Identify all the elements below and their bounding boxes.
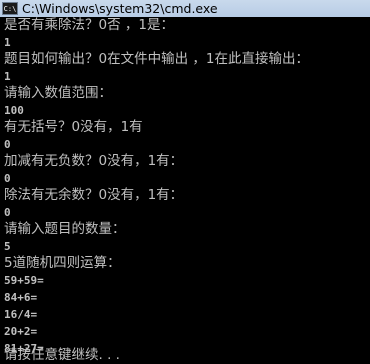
console-line: 5道随机四则运算：: [4, 255, 121, 271]
console-line: 0: [4, 206, 11, 219]
console-line: 1: [4, 70, 11, 83]
console-line: 20+2=: [4, 325, 38, 338]
console-line: 有无括号？0没有，1有: [4, 119, 143, 135]
console-line: 59+59=: [4, 274, 44, 287]
console-line: 请按任意键继续. . .: [4, 347, 120, 363]
console-line: 100: [4, 104, 24, 117]
console-line: 题目如何输出？0在文件中输出 ，1在此直接输出：: [4, 51, 309, 67]
console-line: 加减有无负数？0没有，1有：: [4, 153, 184, 169]
cmd-icon: C:\: [2, 2, 18, 15]
console-line: 请输入题目的数量：: [4, 221, 126, 237]
console-output[interactable]: 是否有乘除法？0否 ，1是： 1 题目如何输出？0在文件中输出 ，1在此直接输出…: [0, 17, 370, 364]
console-line: 请输入数值范围：: [4, 85, 112, 101]
window-title: C:\Windows\system32\cmd.exe: [22, 1, 218, 16]
console-line: 1: [4, 36, 11, 49]
console-line: 除法有无余数？0没有，1有：: [4, 187, 184, 203]
cmd-window: C:\ C:\Windows\system32\cmd.exe 是否有乘除法？0…: [0, 0, 370, 364]
console-line: 16/4=: [4, 308, 38, 321]
console-line: 0: [4, 172, 11, 185]
console-line: 是否有乘除法？0否 ，1是：: [4, 17, 174, 33]
console-line: 5: [4, 240, 11, 253]
console-line: 0: [4, 138, 11, 151]
console-line: 84+6=: [4, 291, 38, 304]
